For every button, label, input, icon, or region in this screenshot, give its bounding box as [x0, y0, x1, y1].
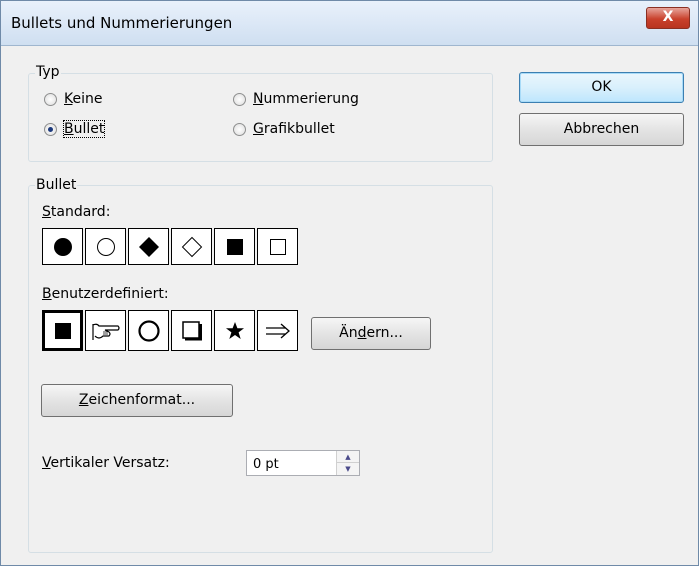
- filled-square-icon: [54, 322, 71, 339]
- hollow-square-icon: [269, 238, 286, 255]
- cancel-button[interactable]: Abbrechen: [519, 113, 684, 146]
- filled-circle-icon: [53, 237, 72, 256]
- typ-group: [28, 73, 493, 162]
- pointing-hand-icon: [91, 323, 120, 340]
- custom-bullet-filled-square[interactable]: [42, 310, 83, 351]
- custom-bullet-shadowed-square[interactable]: [171, 310, 212, 351]
- star-icon: [225, 321, 244, 339]
- typ-legend: Typ: [35, 64, 61, 80]
- vertical-offset-input[interactable]: [251, 452, 335, 476]
- close-button[interactable]: X: [646, 7, 690, 29]
- radio-grafikbullet[interactable]: Grafikbullet: [233, 121, 335, 137]
- hollow-circle-icon: [96, 237, 115, 256]
- vertical-offset-label: Vertikaler Versatz:: [42, 455, 170, 471]
- spin-buttons: ▲ ▼: [336, 451, 359, 475]
- radio-grafikbullet-circle[interactable]: [233, 122, 246, 136]
- spin-down-icon[interactable]: ▼: [337, 463, 359, 475]
- ok-button[interactable]: OK: [519, 72, 684, 103]
- radio-keine-label: Keine: [64, 91, 103, 107]
- standard-label: Standard:: [42, 204, 111, 220]
- custom-label: Benutzerdefiniert:: [42, 286, 169, 302]
- vertical-offset-spinbox[interactable]: ▲ ▼: [246, 450, 360, 476]
- spin-up-icon[interactable]: ▲: [337, 451, 359, 463]
- custom-bullet-star[interactable]: [214, 310, 255, 351]
- bullet-filled-square[interactable]: [214, 228, 255, 265]
- hollow-circle-icon: [137, 319, 160, 342]
- character-format-button[interactable]: Zeichenformat...: [41, 384, 233, 417]
- custom-bullet-hollow-circle[interactable]: [128, 310, 169, 351]
- radio-grafikbullet-label: Grafikbullet: [253, 121, 335, 137]
- custom-bullets: [42, 310, 300, 351]
- radio-bullet[interactable]: Bullet: [44, 120, 106, 138]
- radio-nummerierung-circle[interactable]: [233, 92, 246, 106]
- radio-nummerierung-label: Nummerierung: [253, 91, 359, 107]
- filled-diamond-icon: [138, 236, 159, 257]
- bullet-filled-diamond[interactable]: [128, 228, 169, 265]
- bullet-hollow-diamond[interactable]: [171, 228, 212, 265]
- hollow-diamond-icon: [181, 236, 202, 257]
- radio-keine-circle[interactable]: [44, 92, 57, 106]
- custom-bullet-double-arrow[interactable]: [257, 310, 298, 351]
- radio-bullet-circle[interactable]: [44, 122, 57, 136]
- radio-keine[interactable]: Keine: [44, 91, 102, 107]
- radio-nummerierung[interactable]: Nummerierung: [233, 91, 359, 107]
- shadowed-square-icon: [181, 320, 202, 340]
- bullet-legend: Bullet: [35, 177, 78, 193]
- custom-bullet-pointing-hand[interactable]: [85, 310, 126, 351]
- title-bar: Bullets und Nummerierungen X: [1, 1, 698, 46]
- dialog-title: Bullets und Nummerierungen: [11, 14, 233, 32]
- radio-bullet-label: Bullet: [62, 120, 106, 138]
- change-button[interactable]: Ändern...: [311, 317, 431, 350]
- dialog-window: Bullets und Nummerierungen X Typ Keine N…: [0, 0, 699, 566]
- filled-square-icon: [226, 238, 243, 255]
- double-arrow-icon: [265, 323, 290, 338]
- bullet-hollow-square[interactable]: [257, 228, 298, 265]
- standard-bullets: [42, 228, 300, 265]
- bullet-filled-circle[interactable]: [42, 228, 83, 265]
- bullet-hollow-circle[interactable]: [85, 228, 126, 265]
